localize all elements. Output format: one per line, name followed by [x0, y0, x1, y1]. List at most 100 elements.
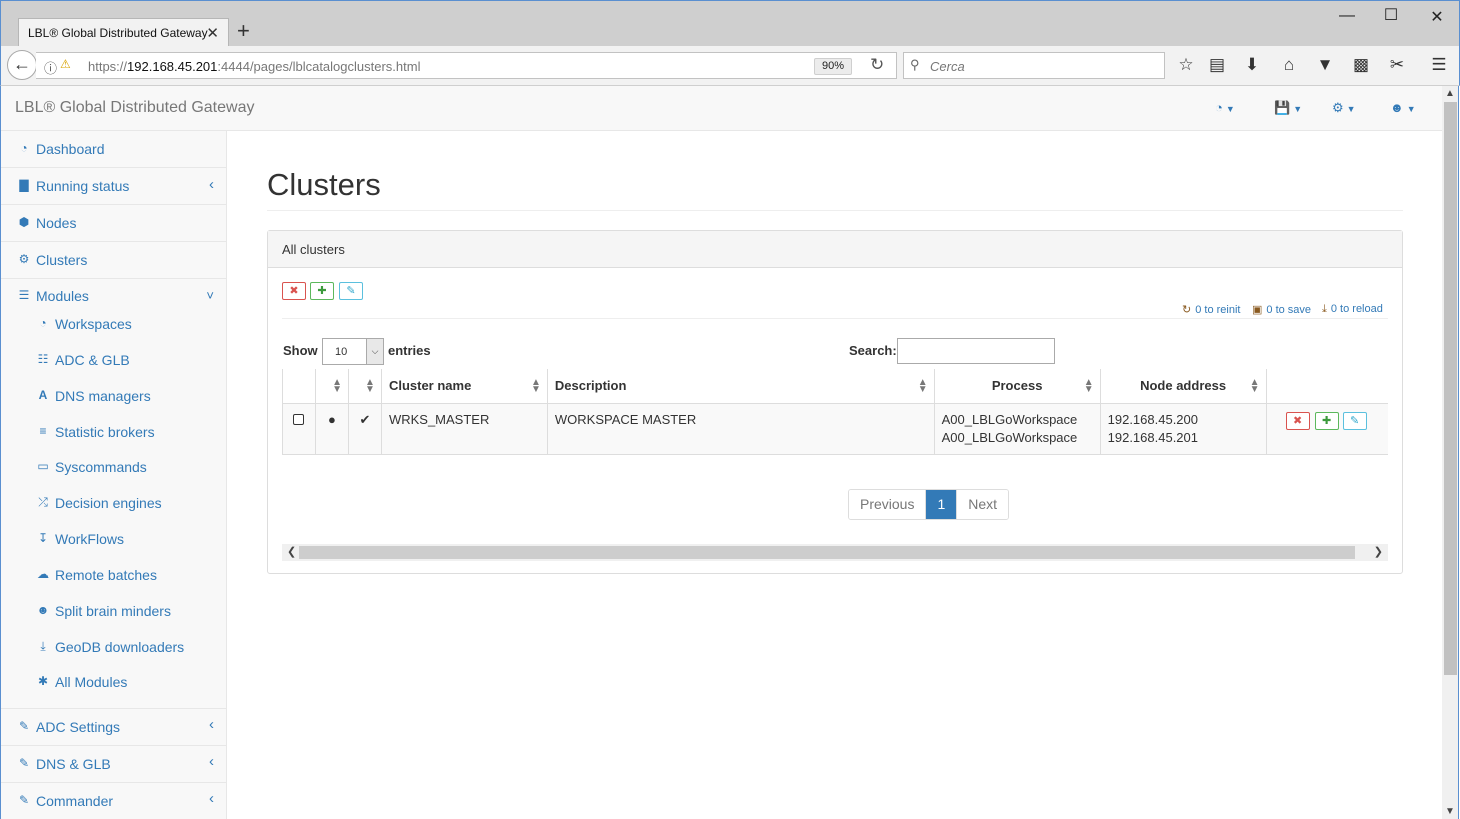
search-icon: ⚲ — [910, 57, 920, 72]
browser-tab[interactable]: LBL® Global Distributed Gateway ✕ — [18, 18, 229, 47]
new-tab-button[interactable]: + — [237, 20, 250, 42]
dashboard-icon: ◔ — [20, 141, 28, 155]
minimize-icon[interactable]: — — [1337, 7, 1357, 25]
browser-search-box[interactable]: ⚲ Cerca — [903, 52, 1165, 79]
sidebar-item-clusters[interactable]: ⚙ Clusters — [1, 242, 226, 279]
select-column-header — [282, 369, 316, 404]
sidebar-subitem-workspaces[interactable]: ◔ Workspaces — [1, 306, 226, 342]
search-placeholder: Cerca — [930, 59, 965, 74]
app-brand[interactable]: LBL® Global Distributed Gateway — [15, 99, 254, 117]
reload-status-link[interactable]: ⤓ 0 to reload — [1322, 303, 1383, 316]
sidebar-subitem-dns-managers[interactable]: A DNS managers — [1, 378, 226, 414]
map-marker-icon[interactable]: ● — [328, 412, 336, 427]
dashboard-menu-button[interactable]: ◔ ▼ — [1215, 100, 1235, 115]
scrollbar-thumb[interactable] — [299, 546, 1355, 559]
sidebar-subitem-workflows[interactable]: ↧ WorkFlows — [1, 522, 226, 558]
sidebar-item-dashboard[interactable]: ◔ Dashboard — [1, 131, 226, 168]
column-header-node-address[interactable]: Node address ▲ ▼ — [1100, 369, 1267, 404]
vertical-scrollbar[interactable]: ▲ ▼ — [1442, 86, 1459, 819]
reading-list-icon[interactable]: ▤ — [1206, 55, 1228, 75]
sidebar-item-running-status[interactable]: ▇ Running status ‹ — [1, 168, 226, 205]
sidebar-subitem-label: Syscommands — [55, 459, 147, 475]
pocket-icon[interactable]: ▼ — [1314, 55, 1336, 75]
sidebar-subitem-syscommands[interactable]: ▭ Syscommands — [1, 450, 226, 486]
sort-icon: ▲ ▼ — [365, 377, 375, 395]
cluster-name-cell: WRKS_MASTER — [381, 403, 548, 455]
scrollbar-thumb[interactable] — [1444, 102, 1457, 675]
sidebar-item-dns-glb[interactable]: ✎ DNS & GLB ‹ — [1, 746, 226, 783]
sidebar-subitem-all-modules[interactable]: ✱ All Modules — [1, 666, 226, 702]
edit-icon: ✎ — [346, 285, 356, 297]
row-checkbox[interactable] — [293, 413, 305, 425]
pagination-page[interactable]: 1 — [926, 490, 958, 519]
sidebar-subitem-split-brain-minders[interactable]: ☻ Split brain minders — [1, 594, 226, 630]
sidebar-item-label: Dashboard — [36, 141, 105, 157]
cloud-upload-icon: ☁ — [37, 567, 49, 581]
scroll-up-icon[interactable]: ▲ — [1445, 88, 1455, 99]
bookmark-star-icon[interactable]: ☆ — [1175, 55, 1197, 75]
download-icon[interactable]: ⬇ — [1241, 55, 1263, 75]
sidebar-item-adc-settings[interactable]: ✎ ADC Settings ‹ — [1, 709, 226, 746]
scroll-down-icon[interactable]: ▼ — [1445, 806, 1455, 817]
horizontal-scrollbar[interactable]: ❮ ❯ — [282, 544, 1388, 561]
sidebar-subitem-decision-engines[interactable]: ⤮ Decision engines — [1, 486, 226, 522]
close-window-icon[interactable]: ✕ — [1427, 7, 1447, 27]
cube-icon: ⬢ — [18, 215, 30, 229]
edit-row-button[interactable]: ✎ — [1342, 411, 1367, 430]
add-row-button[interactable]: ✚ — [1314, 411, 1339, 430]
zoom-indicator[interactable]: 90% — [814, 58, 852, 75]
pagination-next[interactable]: Next — [957, 490, 1009, 519]
maximize-icon[interactable]: ☐ — [1381, 5, 1401, 25]
clusters-panel: All clusters ✖ ✚ ✎ ↻ 0 to reinit ▣ 0 to sa… — [267, 230, 1403, 574]
refresh-icon: ↻ — [1182, 304, 1192, 316]
sidebar-item-modules[interactable]: ☰ Modules ˅ ◔ Workspaces ☷ ADC & GLB A D… — [1, 279, 226, 709]
edit-icon: ✎ — [18, 719, 30, 733]
scroll-right-icon[interactable]: ❯ — [1374, 545, 1383, 558]
status-column-header[interactable]: ▲ ▼ — [348, 369, 382, 404]
add-cluster-button[interactable]: ✚ — [310, 282, 334, 300]
scroll-left-icon[interactable]: ❮ — [287, 545, 296, 558]
pagination-previous[interactable]: Previous — [849, 490, 927, 519]
delete-selected-button[interactable]: ✖ — [282, 282, 306, 300]
sort-icon: ▲ ▼ — [917, 377, 928, 395]
close-icon: ✖ — [289, 285, 299, 297]
sidebar-subitem-adc-glb[interactable]: ☷ ADC & GLB — [1, 342, 226, 378]
insecure-lock-icon[interactable]: ⚠ — [60, 57, 71, 71]
column-header-description[interactable]: Description ▲ ▼ — [547, 369, 935, 404]
list-alt-icon: ☰ — [18, 288, 30, 302]
user-menu-button[interactable]: ☻ ▼ — [1390, 100, 1416, 115]
sidebar-subitem-label: Remote batches — [55, 567, 157, 583]
sidebar-item-commander[interactable]: ✎ Commander ‹ — [1, 783, 226, 819]
info-icon[interactable]: ⓘ — [44, 58, 57, 77]
reinit-status-link[interactable]: ↻ 0 to reinit — [1182, 303, 1240, 316]
plus-icon: ✚ — [1321, 414, 1332, 427]
sidebar-item-nodes[interactable]: ⬢ Nodes — [1, 205, 226, 242]
location-column-header[interactable]: ▲ ▼ — [315, 369, 349, 404]
column-header-process[interactable]: Process ▲ ▼ — [934, 369, 1101, 404]
divider — [267, 210, 1403, 211]
caret-down-icon: ▼ — [1406, 104, 1416, 114]
delete-row-button[interactable]: ✖ — [1285, 411, 1310, 430]
sidebar-subitem-remote-batches[interactable]: ☁ Remote batches — [1, 558, 226, 594]
back-button[interactable]: ← — [7, 50, 37, 80]
url-text[interactable]: https://192.168.45.201:4444/pages/lblcat… — [88, 59, 420, 74]
sidebar-subitem-geodb-downloaders[interactable]: ⤓ GeoDB downloaders — [1, 630, 226, 666]
sidebar-subitem-statistic-brokers[interactable]: ≡ Statistic brokers — [1, 414, 226, 450]
address-bar[interactable]: ⓘ ⚠ https://192.168.45.201:4444/pages/lb… — [36, 52, 897, 79]
screenshot-icon[interactable]: ✂ — [1386, 55, 1408, 75]
extension-icon[interactable]: ▩ — [1350, 55, 1372, 75]
entries-select[interactable]: 10 ⌵ — [322, 338, 384, 365]
column-header-cluster-name[interactable]: Cluster name ▲ ▼ — [381, 369, 548, 404]
browser-titlebar: LBL® Global Distributed Gateway ✕ + — ☐ … — [0, 0, 1460, 47]
table-search-input[interactable] — [897, 338, 1055, 364]
tab-close-icon[interactable]: ✕ — [206, 24, 219, 42]
settings-menu-button[interactable]: ⚙ ▼ — [1332, 100, 1356, 116]
node-address-value: 192.168.45.201 — [1107, 429, 1198, 445]
edit-selected-button[interactable]: ✎ — [339, 282, 363, 300]
save-status-link[interactable]: ▣ 0 to save — [1252, 303, 1311, 316]
save-menu-button[interactable]: 💾 ▼ — [1274, 100, 1302, 116]
process-value: A00_LBLGoWorkspace — [941, 429, 1078, 445]
menu-hamburger-icon[interactable]: ☰ — [1428, 55, 1450, 75]
reload-icon[interactable]: ↻ — [870, 55, 884, 75]
home-icon[interactable]: ⌂ — [1278, 55, 1300, 75]
